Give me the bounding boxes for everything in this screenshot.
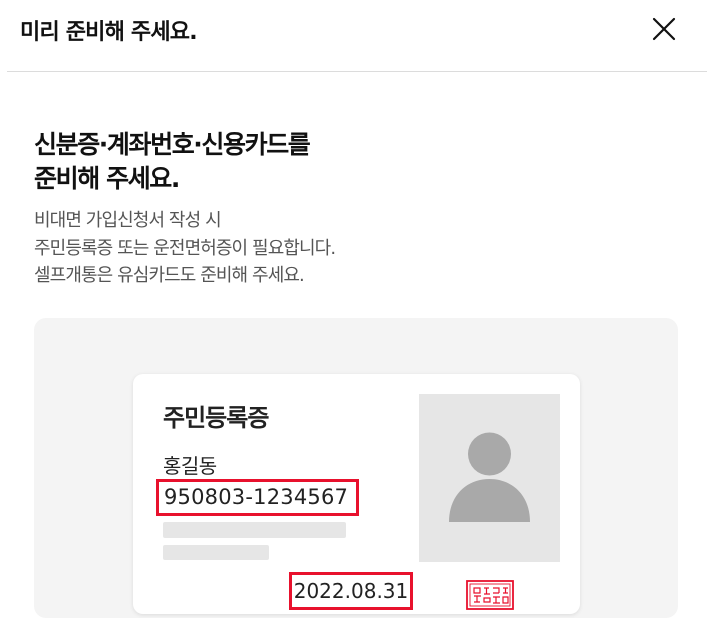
section-description: 비대면 가입신청서 작성 시 주민등록증 또는 운전면허증이 필요합니다. 셀프…	[34, 207, 336, 290]
close-button[interactable]	[644, 10, 684, 50]
description-line-2: 주민등록증 또는 운전면허증이 필요합니다.	[34, 237, 336, 259]
person-silhouette-icon	[449, 432, 530, 522]
description-line-1: 비대면 가입신청서 작성 시	[34, 210, 222, 231]
headline-line-2: 준비해 주세요.	[34, 164, 180, 193]
description-line-3: 셀프개통은 유심카드도 준비해 주세요.	[34, 265, 305, 286]
headline-line-1: 신분증·계좌번호·신용카드를	[34, 130, 311, 159]
id-card-name: 홍길동	[163, 454, 217, 478]
id-card-resident-number: 950803-1234567	[156, 479, 359, 516]
official-seal-icon	[466, 580, 514, 610]
id-card-address-placeholder	[163, 522, 346, 538]
id-card-photo	[419, 394, 560, 562]
modal-title: 미리 준비해 주세요.	[20, 20, 198, 45]
id-card-address-placeholder-short	[163, 545, 269, 560]
section-headline: 신분증·계좌번호·신용카드를 준비해 주세요.	[34, 128, 311, 196]
header-divider	[7, 71, 707, 72]
id-card-title: 주민등록증	[163, 404, 269, 432]
close-icon	[652, 17, 676, 41]
id-card-issue-date: 2022.08.31	[289, 572, 413, 610]
modal-header: 미리 준비해 주세요.	[0, 0, 713, 71]
